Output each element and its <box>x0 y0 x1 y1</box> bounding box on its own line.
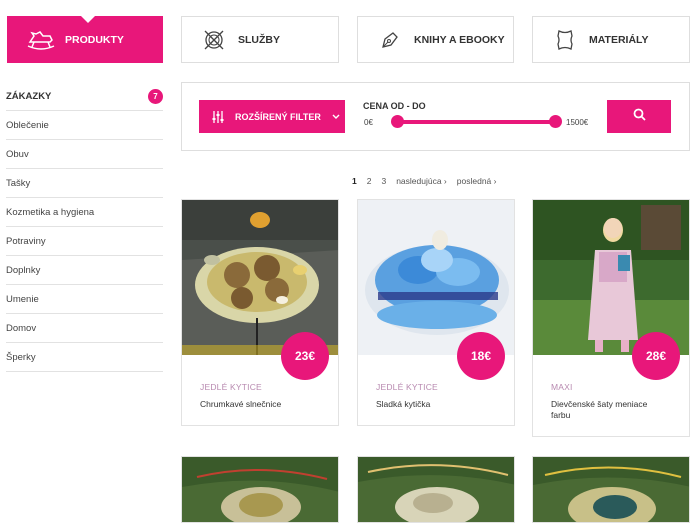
product-category[interactable]: MAXI <box>551 382 689 392</box>
price-range-label: CENA OD - DO <box>363 101 426 111</box>
product-price-badge: 23€ <box>281 332 329 380</box>
price-slider-min-handle[interactable] <box>391 115 404 128</box>
product-image[interactable] <box>533 200 689 355</box>
price-min-value: 0€ <box>364 118 373 127</box>
product-image[interactable] <box>358 457 515 523</box>
tab-materialy-label: MATERIÁLY <box>589 33 649 46</box>
sidebar-item-doplnky[interactable]: Doplnky <box>6 256 163 285</box>
sidebar-item-kozmetika[interactable]: Kozmetika a hygiena <box>6 198 163 227</box>
price-max-value: 1500€ <box>566 118 589 127</box>
sidebar-item-tasky[interactable]: Tašky <box>6 169 163 198</box>
yarn-ball-icon <box>202 28 226 52</box>
product-name[interactable]: Chrumkavé slnečnice <box>200 399 318 410</box>
sidebar-item-label: Doplnky <box>6 264 41 276</box>
sidebar-item-label: Potraviny <box>6 235 46 247</box>
sidebar-item-zakazky[interactable]: ZÁKAZKY 7 <box>6 82 163 111</box>
sidebar-item-potraviny[interactable]: Potraviny <box>6 227 163 256</box>
tab-produkty-label: PRODUKTY <box>65 33 124 46</box>
last-page-link[interactable]: posledná › <box>457 176 497 186</box>
page-3-link[interactable]: 3 <box>381 176 386 186</box>
filter-button-label: ROZŠÍRENÝ FILTER <box>235 111 321 122</box>
product-card[interactable]: 28€ MAXI Dievčenské šaty meniace farbu <box>532 199 690 437</box>
sidebar-item-label: Obuv <box>6 148 29 160</box>
product-category[interactable]: JEDLÉ KYTICE <box>376 382 514 392</box>
pagination: 1 2 3 nasledujúca › posledná › <box>352 176 506 186</box>
pen-nib-icon <box>378 28 402 52</box>
rocking-horse-icon <box>26 28 56 52</box>
page-1-link[interactable]: 1 <box>352 176 357 186</box>
search-icon <box>633 108 646 126</box>
product-price-badge: 18€ <box>457 332 505 380</box>
leather-hide-icon <box>553 28 577 52</box>
product-card[interactable] <box>357 456 515 523</box>
product-name[interactable]: Dievčenské šaty meniace farbu <box>551 399 669 421</box>
product-name[interactable]: Sladká kytička <box>376 399 494 410</box>
product-price-badge: 28€ <box>632 332 680 380</box>
product-card[interactable] <box>532 456 690 523</box>
sliders-icon <box>211 110 225 124</box>
next-page-link[interactable]: nasledujúca › <box>396 176 447 186</box>
product-image[interactable] <box>182 200 338 355</box>
sidebar-item-label: Oblečenie <box>6 119 49 131</box>
tab-knihy-label: KNIHY A EBOOKY <box>414 33 505 46</box>
chevron-down-icon <box>332 114 340 120</box>
sidebar-item-umenie[interactable]: Umenie <box>6 285 163 314</box>
sidebar-item-label: Umenie <box>6 293 39 305</box>
product-image[interactable] <box>182 457 339 523</box>
active-tab-notch <box>81 16 95 23</box>
tab-knihy-a-ebooky[interactable]: KNIHY A EBOOKY <box>357 16 514 63</box>
tab-materialy[interactable]: MATERIÁLY <box>532 16 690 63</box>
page-2-link[interactable]: 2 <box>367 176 372 186</box>
count-badge: 7 <box>148 88 163 104</box>
sidebar-item-obuv[interactable]: Obuv <box>6 140 163 169</box>
sidebar-item-domov[interactable]: Domov <box>6 314 163 343</box>
sidebar-item-label: Domov <box>6 322 37 334</box>
sidebar-item-sperky[interactable]: Šperky <box>6 343 163 372</box>
sidebar-item-label: Tašky <box>6 177 31 189</box>
sidebar-heading: ZÁKAZKY <box>6 90 52 102</box>
price-slider-track[interactable] <box>396 120 556 124</box>
sidebar: ZÁKAZKY 7 Oblečenie Obuv Tašky Kozmetika… <box>6 82 163 372</box>
tab-sluzby-label: SLUŽBY <box>238 33 280 46</box>
tab-sluzby[interactable]: SLUŽBY <box>181 16 339 63</box>
sidebar-item-label: Kozmetika a hygiena <box>6 206 95 218</box>
product-image[interactable] <box>358 200 514 355</box>
sidebar-item-label: Šperky <box>6 351 36 363</box>
product-card[interactable]: 18€ JEDLÉ KYTICE Sladká kytička <box>357 199 515 426</box>
product-card[interactable] <box>181 456 339 523</box>
filter-panel: ROZŠÍRENÝ FILTER CENA OD - DO 0€ 1500€ <box>181 82 690 151</box>
price-slider-max-handle[interactable] <box>549 115 562 128</box>
product-card[interactable]: 23€ JEDLÉ KYTICE Chrumkavé slnečnice <box>181 199 339 426</box>
sidebar-item-oblecenie[interactable]: Oblečenie <box>6 111 163 140</box>
advanced-filter-button[interactable]: ROZŠÍRENÝ FILTER <box>199 100 345 133</box>
product-image[interactable] <box>533 457 690 523</box>
tab-produkty[interactable]: PRODUKTY <box>7 16 163 63</box>
product-category[interactable]: JEDLÉ KYTICE <box>200 382 338 392</box>
search-button[interactable] <box>607 100 671 133</box>
